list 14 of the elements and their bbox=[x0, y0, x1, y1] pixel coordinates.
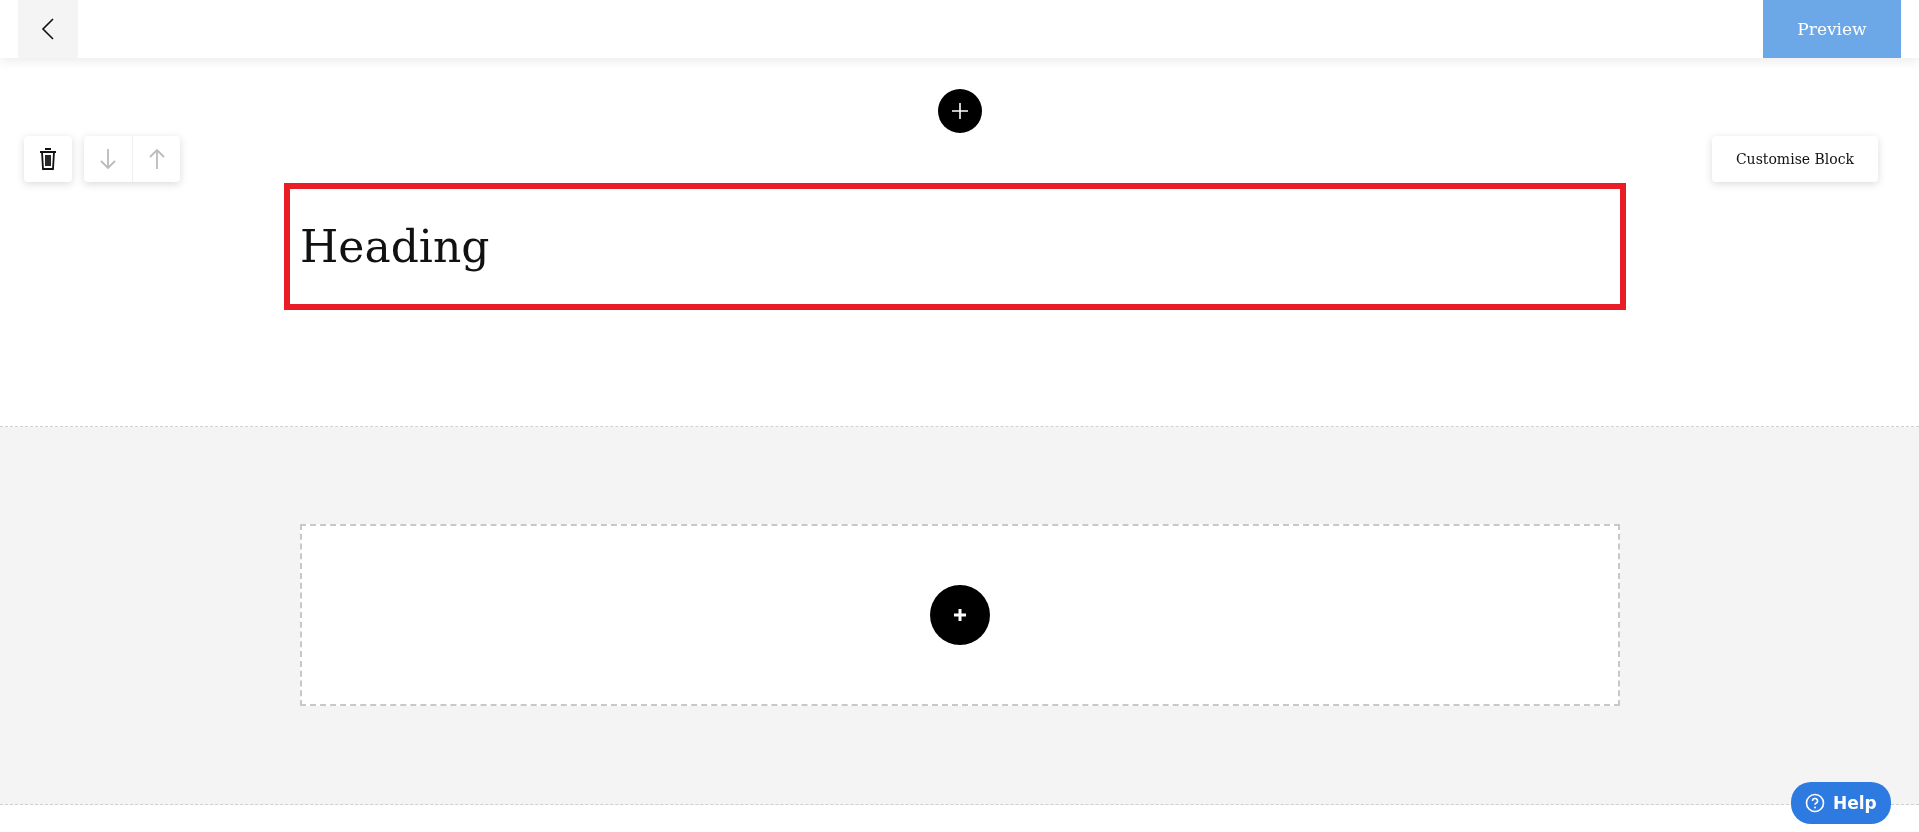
plus-icon bbox=[953, 608, 967, 622]
help-button[interactable]: Help bbox=[1791, 782, 1891, 824]
delete-button[interactable] bbox=[24, 136, 72, 182]
arrow-down-icon bbox=[99, 147, 117, 171]
trash-icon bbox=[38, 147, 58, 171]
chevron-left-icon bbox=[40, 17, 56, 41]
plus-icon bbox=[950, 102, 969, 120]
arrow-up-icon bbox=[147, 147, 166, 171]
heading-text: Heading bbox=[300, 221, 490, 272]
add-block-button[interactable] bbox=[937, 89, 982, 133]
question-circle-icon bbox=[1805, 793, 1825, 813]
heading-block[interactable]: Heading bbox=[284, 183, 1626, 310]
add-block-button[interactable] bbox=[930, 585, 990, 645]
customise-block-button[interactable]: Customise Block bbox=[1712, 136, 1878, 182]
